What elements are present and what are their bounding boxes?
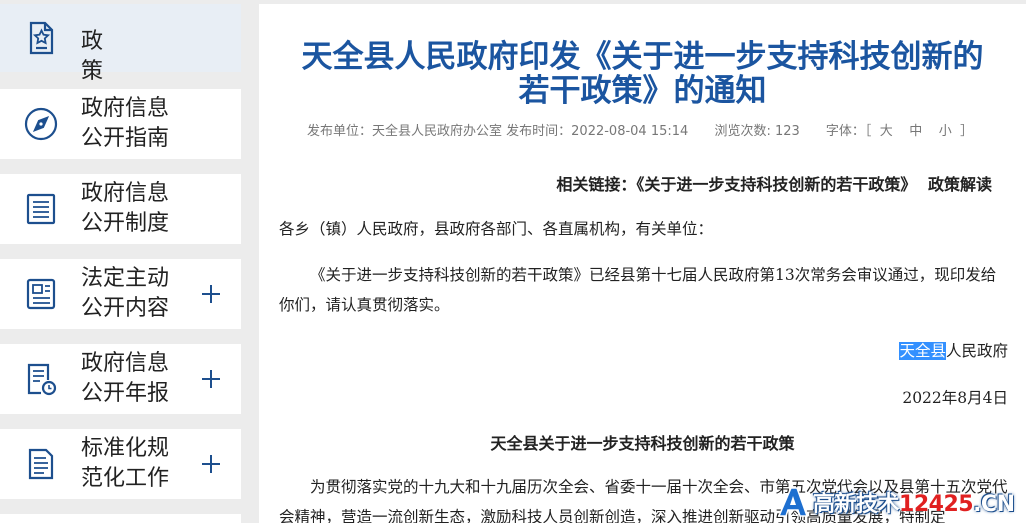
article-panel: 天全县人民政府印发《关于进一步支持科技创新的 若干政策》的通知 发布单位：天全县…: [259, 4, 1026, 523]
sidebar-item-next[interactable]: [0, 514, 241, 523]
publish-time: 发布时间：2022-08-04 15:14: [506, 124, 689, 139]
sidebar-item-standardization[interactable]: 标准化规 范化工作: [0, 429, 241, 499]
plus-icon[interactable]: [198, 451, 224, 477]
newspaper-icon: [22, 275, 60, 313]
plus-icon[interactable]: [198, 366, 224, 392]
sidebar-item-label: 标准化规 范化工作: [81, 436, 170, 491]
font-size-medium[interactable]: 中: [909, 124, 922, 139]
related-links: 相关链接：《关于进一步支持科技创新的若干政策》 政策解读: [556, 175, 992, 194]
plus-icon[interactable]: [198, 281, 224, 307]
font-size-small[interactable]: 小: [939, 124, 952, 139]
policy-interpretation-link[interactable]: 政策解读: [928, 175, 992, 194]
font-size-large[interactable]: 大: [880, 124, 893, 139]
sidebar-item-label: 政府信息 公开指南: [81, 96, 170, 151]
sidebar-item-system[interactable]: 政府信息 公开制度: [0, 174, 241, 244]
sidebar-item-label: 法定主动 公开内容: [81, 266, 170, 321]
body-paragraph: 《关于进一步支持科技创新的若干政策》已经县第十七届人民政府第13次常务会审议通过…: [279, 266, 997, 314]
policy-subtitle: 天全县关于进一步支持科技创新的若干政策: [490, 434, 795, 453]
watermark-logo-icon: [775, 484, 811, 520]
selected-text: 天全县: [899, 342, 946, 360]
article-title: 天全县人民政府印发《关于进一步支持科技创新的 若干政策》的通知: [301, 39, 984, 109]
salutation: 各乡（镇）人民政府，县政府各部门、各直属机构，有关单位：: [279, 220, 714, 238]
site-watermark: 高新技术12425.CN: [775, 484, 1026, 520]
star-document-icon: [22, 19, 60, 57]
sidebar-item-content[interactable]: 法定主动 公开内容: [0, 259, 241, 329]
sidebar-item-label: 政府信息 公开年报: [81, 351, 170, 406]
article-meta: 发布单位：天全县人民政府办公室 发布时间：2022-08-04 15:14 浏览…: [307, 124, 974, 139]
sidebar: 政策 政府信息 公开指南 政府信息 公开制度 法定主动 公开内容 政府信息 公开…: [0, 0, 241, 523]
signer: 天全县人民政府: [899, 342, 1008, 360]
font-size-label: 字体：［: [825, 124, 872, 139]
compass-icon: [22, 105, 60, 143]
sidebar-item-guide[interactable]: 政府信息 公开指南: [0, 89, 241, 159]
publisher: 发布单位：天全县人民政府办公室: [307, 124, 503, 139]
sidebar-item-label: 政府信息 公开制度: [81, 181, 170, 236]
sidebar-item-annual-report[interactable]: 政府信息 公开年报: [0, 344, 241, 414]
sign-date: 2022年8月4日: [902, 389, 1008, 407]
list-document-icon: [22, 190, 60, 228]
related-policy-link[interactable]: 《关于进一步支持科技创新的若干政策》: [636, 175, 916, 194]
sidebar-item-policy[interactable]: 政策: [0, 4, 241, 84]
sidebar-item-label: 政策: [81, 29, 140, 84]
text-document-icon: [22, 445, 60, 483]
view-count: 浏览次数: 123: [714, 124, 800, 139]
report-clock-icon: [22, 360, 60, 398]
